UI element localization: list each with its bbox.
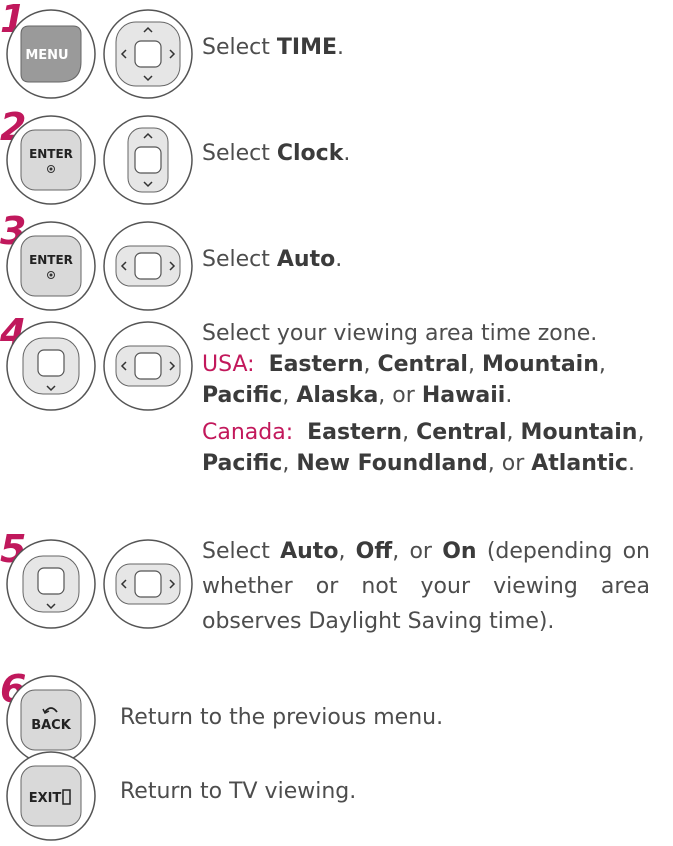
usa-zones: USA: Eastern, Central, Mountain, Pacific… [202,352,606,408]
navigation-leftright-button[interactable] [102,538,194,634]
menu-label: MENU [25,48,68,63]
step-exit-text: Return to TV viewing. [120,779,357,804]
step-6: 6 BACK Return to the previous menu. [0,670,673,765]
step-1-text: Select TIME. [202,35,344,60]
step-3: 3 ENTER Select Auto. [0,212,673,312]
option-on: On [442,539,477,564]
menu-item-auto: Auto [276,247,336,272]
option-off: Off [355,539,393,564]
step-3-text: Select Auto. [202,247,343,272]
step-5-text: Select Auto, Off, or On (depending on wh… [202,539,650,634]
step-exit: EXIT Return to TV viewing. [0,750,673,842]
step-6-text: Return to the previous menu. [120,705,444,730]
step-5: 5 Select Auto, Off, or On (depending on … [0,530,673,650]
menu-button[interactable]: MENU [5,8,97,104]
navigation-down-button[interactable] [5,538,97,634]
step-1: 1 MENU Select TIME. [0,0,673,100]
step-4-text: Select your viewing area time zone. USA:… [202,318,662,479]
step-4: 4 Select your viewing area time zone. US… [0,312,673,532]
option-auto: Auto [280,539,339,564]
navigation-down-button[interactable] [5,320,97,416]
navigation-leftright-button[interactable] [102,220,194,316]
canada-label: Canada: [202,420,294,445]
exit-label: EXIT [29,791,62,806]
usa-label: USA: [202,352,255,377]
back-label: BACK [31,718,72,733]
enter-button[interactable]: ENTER [5,114,97,210]
navigation-4way-button[interactable] [102,8,194,104]
exit-button[interactable]: EXIT [5,750,97,846]
step-2-text: Select Clock. [202,141,351,166]
menu-item-clock: Clock [276,141,344,166]
menu-item-time: TIME [276,35,337,60]
navigation-leftright-button[interactable] [102,320,194,416]
navigation-updown-button[interactable] [102,114,194,210]
enter-label: ENTER [29,253,73,267]
step-2: 2 ENTER Select Clock. [0,108,673,208]
enter-label: ENTER [29,147,73,161]
enter-button[interactable]: ENTER [5,220,97,316]
canada-zones: Canada: Eastern, Central, Mountain, Paci… [202,420,645,476]
